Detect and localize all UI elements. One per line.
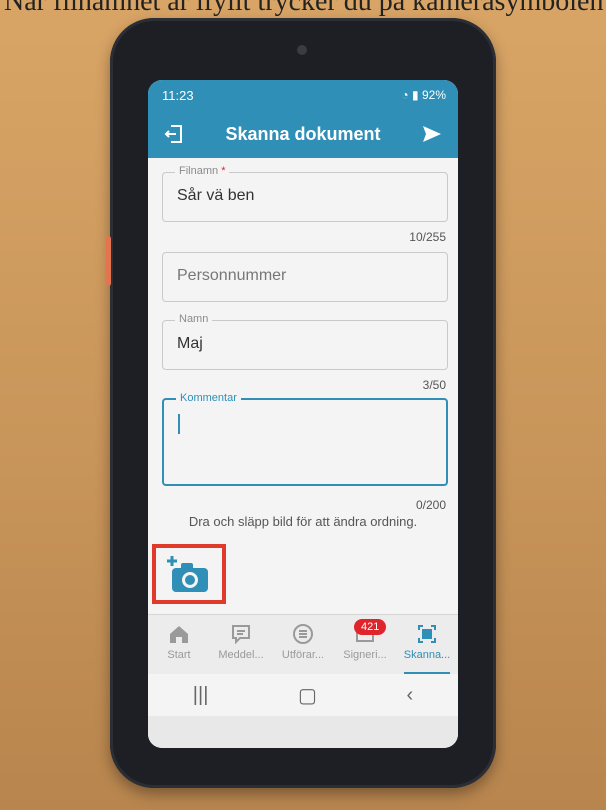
kommentar-field[interactable]: Kommentar <box>162 392 448 486</box>
system-navigation: ||| ▢ ‹ <box>148 674 458 716</box>
nav-label: Skanna... <box>403 649 451 661</box>
filename-counter: 10/255 <box>409 230 446 244</box>
recent-apps-icon[interactable]: ||| <box>193 684 209 707</box>
bottom-navigation: Start Meddel... Utförar... 421 Signeri..… <box>148 614 458 674</box>
personnummer-field[interactable]: Personnummer <box>162 252 448 302</box>
battery-level: 92% <box>421 88 446 102</box>
namn-label: Namn <box>175 313 213 325</box>
side-button <box>106 236 111 286</box>
status-bar: 11:23 ◔ ▮ 92% <box>148 80 458 110</box>
signing-badge: 421 <box>354 619 387 635</box>
filename-value: Sår vä ben <box>177 187 255 204</box>
home-button-icon[interactable]: ▢ <box>298 683 317 708</box>
text-caret <box>178 414 180 434</box>
home-icon <box>170 626 188 643</box>
status-icons: ◔ ▮ 92% <box>401 88 446 102</box>
nav-label: Utförar... <box>281 649 325 661</box>
status-time: 11:23 <box>162 87 194 103</box>
app-bar: Skanna dokument <box>148 110 458 158</box>
nav-label: Start <box>167 649 191 661</box>
screen-bottom <box>148 716 458 748</box>
reorder-hint: Dra och släpp bild för att ändra ordning… <box>188 514 418 529</box>
namn-field[interactable]: Namn Maj <box>162 313 448 370</box>
send-icon[interactable] <box>416 118 448 150</box>
nav-item-signing[interactable]: 421 Signeri... <box>334 615 396 674</box>
add-photo-button[interactable] <box>152 544 226 604</box>
scan-form: Filnamn * Sår vä ben 10/255 Personnummer… <box>148 158 458 614</box>
list-icon <box>293 624 313 644</box>
front-camera <box>297 45 307 55</box>
signal-icon: ▮ <box>412 88 419 102</box>
kommentar-label: Kommentar <box>176 392 241 404</box>
nav-item-start[interactable]: Start <box>148 615 210 674</box>
filename-field[interactable]: Filnamn * Sår vä ben <box>162 165 448 222</box>
phone-device: 11:23 ◔ ▮ 92% Skanna dokument Filnamn * … <box>106 18 496 788</box>
nav-item-tasks[interactable]: Utförar... <box>272 615 334 674</box>
caption: När filnamnet är ifyllt trycker du på ka… <box>4 0 604 17</box>
nav-item-messages[interactable]: Meddel... <box>210 615 272 674</box>
nav-item-scan[interactable]: Skanna... <box>396 615 458 674</box>
wifi-icon: ◔ <box>401 88 409 102</box>
add-camera-icon <box>167 556 208 592</box>
nav-label: Meddel... <box>218 649 264 661</box>
namn-counter: 3/50 <box>422 378 446 392</box>
personnummer-placeholder: Personnummer <box>177 267 287 284</box>
message-icon <box>232 625 250 645</box>
nav-label: Signeri... <box>343 649 387 661</box>
kommentar-counter: 0/200 <box>415 498 446 512</box>
filename-label: Filnamn * <box>175 165 230 177</box>
page-title: Skanna dokument <box>225 123 381 144</box>
phone-screen: 11:23 ◔ ▮ 92% Skanna dokument Filnamn * … <box>148 80 458 748</box>
scan-icon <box>418 625 436 643</box>
exit-icon[interactable] <box>158 118 190 150</box>
namn-value: Maj <box>177 335 203 352</box>
back-icon[interactable]: ‹ <box>407 684 414 707</box>
